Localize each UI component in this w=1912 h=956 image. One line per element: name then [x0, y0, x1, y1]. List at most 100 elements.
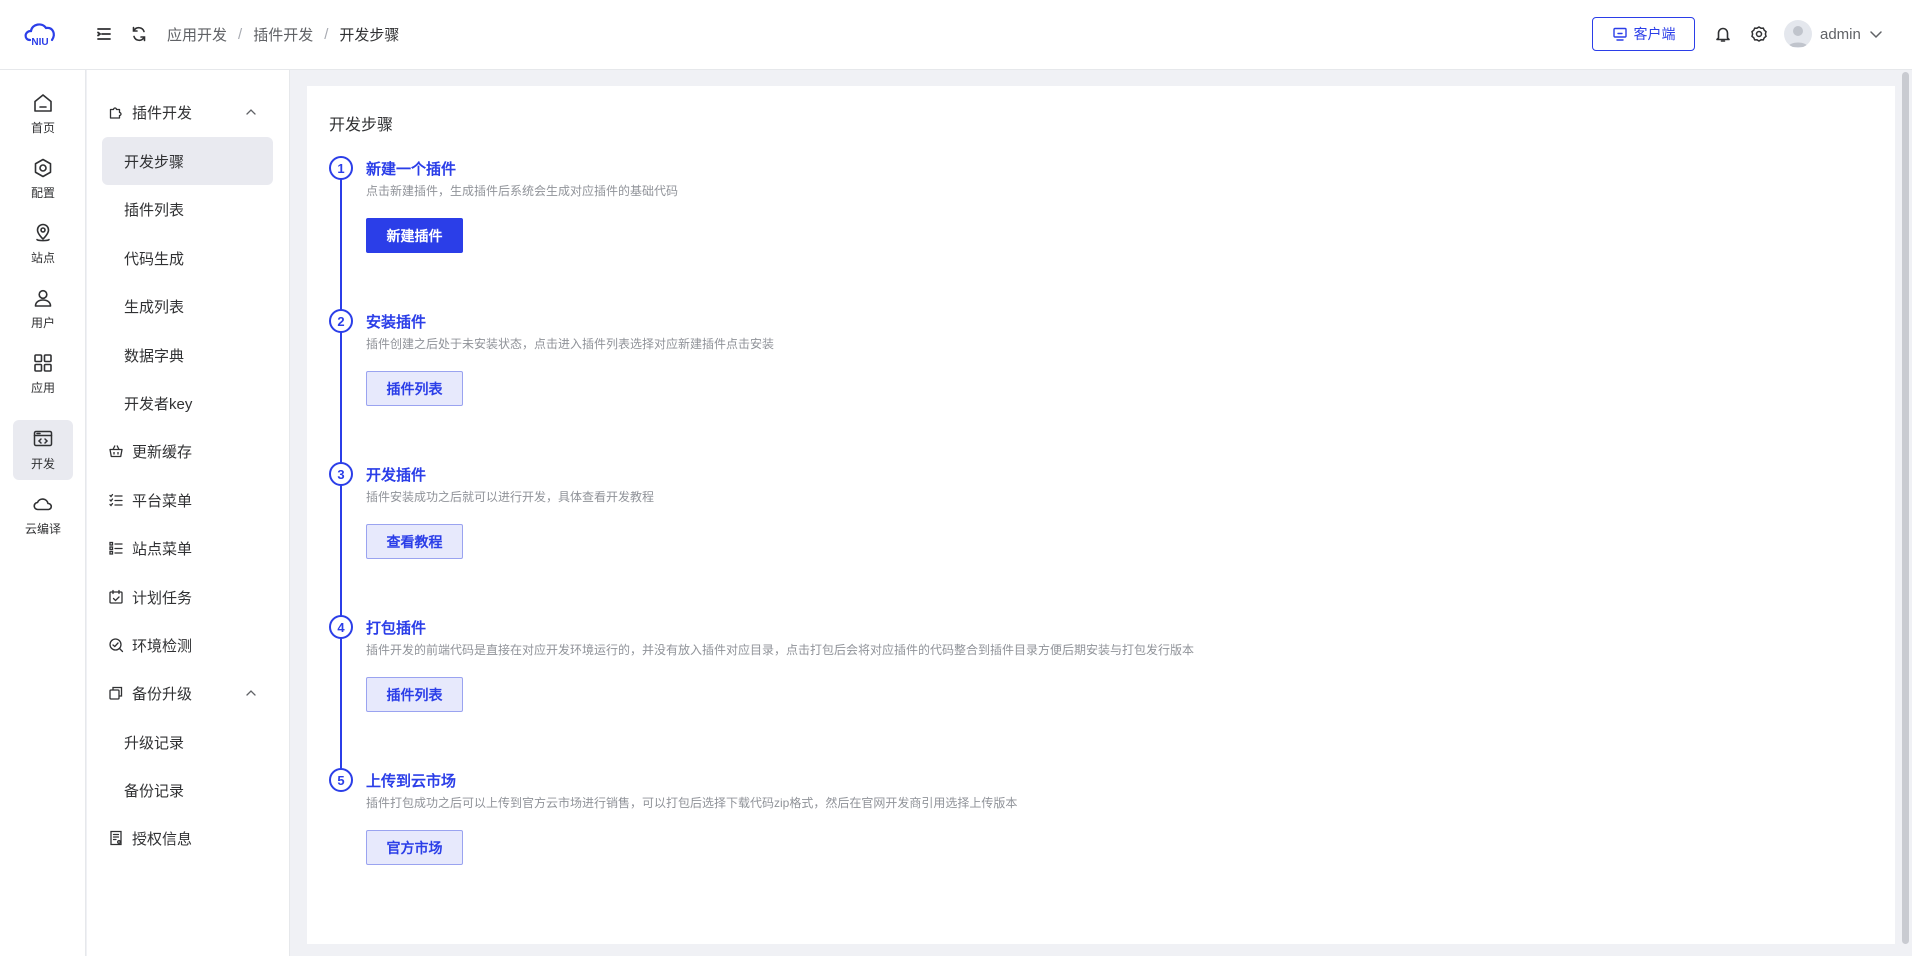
menu-item-update-cache[interactable]: 更新缓存 — [102, 427, 273, 475]
client-button-label: 客户端 — [1633, 26, 1676, 42]
menu-item-site-menu[interactable]: 站点菜单 — [102, 524, 273, 572]
copy-icon — [108, 685, 124, 701]
menu-label: 数据字典 — [124, 347, 185, 365]
menu-item-scheduled-tasks[interactable]: 计划任务 — [102, 573, 273, 621]
logo-text: NIU — [31, 37, 48, 48]
breadcrumb-item-app-dev[interactable]: 应用开发 — [167, 24, 227, 45]
menu-label: 插件开发 — [132, 104, 193, 122]
menu-fold-icon[interactable] — [95, 25, 113, 43]
rail-label: 应用 — [30, 381, 55, 395]
menu-label: 授权信息 — [132, 830, 193, 848]
menu-label: 代码生成 — [124, 250, 185, 268]
step-description: 插件打包成功之后可以上传到官方云市场进行销售，可以打包后选择下载代码zip格式，… — [366, 796, 1018, 810]
breadcrumb-item-plugin-dev[interactable]: 插件开发 — [253, 24, 313, 45]
secondary-nav-menu: 插件开发 开发步骤 插件列表 代码生成 生成列表 数据字典 开发者key 更新缓… — [87, 70, 290, 956]
basket-icon — [108, 443, 124, 459]
step-description: 点击新建插件，生成插件后系统会生成对应插件的基础代码 — [366, 184, 679, 198]
menu-label: 计划任务 — [132, 589, 193, 607]
step-title: 打包插件 — [366, 620, 427, 637]
menu-label: 开发步骤 — [124, 153, 185, 171]
rail-item-home[interactable]: 首页 — [13, 84, 73, 144]
menu-item-gen-list[interactable]: 生成列表 — [102, 282, 273, 330]
bell-icon[interactable] — [1714, 25, 1732, 43]
menu-item-data-dict[interactable]: 数据字典 — [102, 331, 273, 379]
client-button[interactable]: 客户端 — [1592, 17, 1695, 51]
primary-nav-rail: 首页 配置 站点 用户 应用 开发 云编译 — [0, 70, 86, 956]
rail-item-develop[interactable]: 开发 — [13, 420, 73, 480]
chevron-up-icon — [245, 687, 257, 699]
step-title: 安装插件 — [366, 314, 427, 331]
menu-label: 生成列表 — [124, 298, 185, 316]
rail-label: 配置 — [30, 186, 55, 200]
rail-item-sites[interactable]: 站点 — [13, 214, 73, 274]
breadcrumb-item-dev-steps: 开发步骤 — [339, 27, 400, 44]
user-menu[interactable]: admin — [1784, 20, 1883, 48]
menu-label: 平台菜单 — [132, 492, 193, 510]
location-pin-icon — [32, 222, 54, 244]
rail-item-config[interactable]: 配置 — [13, 149, 73, 209]
menu-label: 备份记录 — [124, 782, 185, 800]
menu-label: 环境检测 — [132, 637, 193, 655]
user-icon — [32, 287, 54, 309]
menu-item-dev-key[interactable]: 开发者key — [102, 379, 273, 427]
menu-item-backup-log[interactable]: 备份记录 — [102, 766, 273, 814]
plugin-list-button[interactable]: 插件列表 — [366, 371, 463, 406]
chevron-down-icon — [1869, 27, 1883, 41]
breadcrumb: 应用开发 / 插件开发 / 开发步骤 — [167, 24, 399, 45]
scrollbar[interactable] — [1902, 72, 1909, 944]
step-number: 2 — [329, 309, 353, 333]
menu-item-plugin-list[interactable]: 插件列表 — [102, 185, 273, 233]
menu-label: 更新缓存 — [132, 443, 193, 461]
menu-group-plugin-dev[interactable]: 插件开发 — [102, 88, 273, 136]
menu-item-license-info[interactable]: 授权信息 — [102, 814, 273, 862]
step-description: 插件创建之后处于未安装状态，点击进入插件列表选择对应新建插件点击安装 — [366, 337, 775, 351]
view-tutorial-button[interactable]: 查看教程 — [366, 524, 463, 559]
puzzle-icon — [108, 104, 124, 120]
step-number: 4 — [329, 615, 353, 639]
plugin-list-button[interactable]: 插件列表 — [366, 677, 463, 712]
code-window-icon — [32, 428, 54, 450]
calendar-check-icon — [108, 589, 124, 605]
settings-gear-icon[interactable] — [1750, 25, 1768, 43]
menu-label: 插件列表 — [124, 201, 185, 219]
rail-item-users[interactable]: 用户 — [13, 279, 73, 339]
cloud-icon — [32, 493, 54, 515]
home-icon — [32, 92, 54, 114]
niu-logo-icon[interactable]: NIU — [22, 20, 58, 48]
menu-item-env-check[interactable]: 环境检测 — [102, 621, 273, 669]
top-header: NIU 应用开发 / 插件开发 / 开发步骤 客户端 admin — [0, 0, 1912, 70]
page-title: 开发步骤 — [329, 117, 394, 134]
menu-item-code-gen[interactable]: 代码生成 — [102, 234, 273, 282]
main-content-card: 开发步骤 1 新建一个插件 点击新建插件，生成插件后系统会生成对应插件的基础代码… — [307, 86, 1895, 944]
menu-item-upgrade-log[interactable]: 升级记录 — [102, 718, 273, 766]
menu-label: 站点菜单 — [132, 540, 193, 558]
step-title: 新建一个插件 — [366, 161, 457, 178]
menu-group-backup-upgrade[interactable]: 备份升级 — [102, 669, 273, 717]
new-plugin-button[interactable]: 新建插件 — [366, 218, 463, 253]
refresh-icon[interactable] — [130, 25, 148, 43]
username: admin — [1820, 25, 1861, 43]
menu-item-dev-steps[interactable]: 开发步骤 — [102, 137, 273, 185]
breadcrumb-separator: / — [238, 26, 243, 43]
monitor-icon — [1612, 26, 1628, 42]
step-title: 上传到云市场 — [366, 773, 457, 790]
step-number: 1 — [329, 156, 353, 180]
document-certificate-icon — [108, 830, 124, 846]
step-title: 开发插件 — [366, 467, 427, 484]
rail-label: 开发 — [30, 457, 55, 471]
list-icon — [108, 540, 124, 556]
grid-apps-icon — [32, 352, 54, 374]
hexagon-settings-icon — [32, 157, 54, 179]
breadcrumb-separator: / — [324, 26, 329, 43]
chevron-up-icon — [245, 106, 257, 118]
rail-item-cloud-compile[interactable]: 云编译 — [13, 485, 73, 545]
step-description: 插件安装成功之后就可以进行开发，具体查看开发教程 — [366, 490, 655, 504]
menu-label: 开发者key — [124, 395, 193, 413]
step-number: 3 — [329, 462, 353, 486]
checklist-icon — [108, 492, 124, 508]
menu-label: 备份升级 — [132, 685, 193, 703]
official-market-button[interactable]: 官方市场 — [366, 830, 463, 865]
menu-label: 升级记录 — [124, 734, 185, 752]
menu-item-platform-menu[interactable]: 平台菜单 — [102, 476, 273, 524]
rail-item-apps[interactable]: 应用 — [13, 344, 73, 404]
